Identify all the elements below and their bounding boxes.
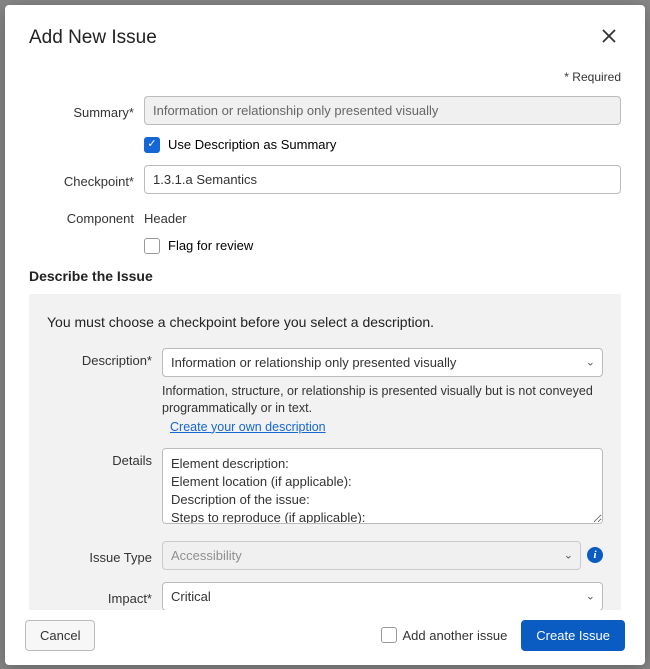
cancel-button[interactable]: Cancel — [25, 620, 95, 651]
checkpoint-input[interactable] — [144, 165, 621, 194]
checkpoint-label: Checkpoint* — [29, 169, 144, 189]
flag-row: Flag for review — [29, 238, 621, 254]
details-row: Details — [47, 448, 603, 529]
impact-label: Impact* — [47, 586, 162, 606]
summary-input[interactable] — [144, 96, 621, 125]
details-textarea[interactable] — [162, 448, 603, 524]
component-value: Header — [144, 206, 621, 226]
describe-instruction: You must choose a checkpoint before you … — [47, 314, 603, 330]
add-another-label: Add another issue — [403, 628, 508, 643]
add-another-checkbox[interactable] — [381, 627, 397, 643]
modal-footer: Cancel Add another issue Create Issue — [5, 610, 645, 665]
issue-type-row: Issue Type Accessibility ⌄ i — [47, 541, 603, 570]
flag-for-review-checkbox[interactable] — [144, 238, 160, 254]
describe-section-title: Describe the Issue — [29, 268, 621, 284]
issue-type-label: Issue Type — [47, 545, 162, 565]
info-icon[interactable]: i — [587, 547, 603, 563]
description-help: Information, structure, or relationship … — [162, 383, 603, 418]
flag-for-review-label: Flag for review — [168, 238, 253, 253]
describe-panel: You must choose a checkpoint before you … — [29, 294, 621, 610]
component-row: Component Header — [29, 206, 621, 226]
add-another-row: Add another issue — [381, 627, 508, 643]
use-description-checkbox[interactable]: ✓ — [144, 137, 160, 153]
create-issue-button[interactable]: Create Issue — [521, 620, 625, 651]
summary-label: Summary* — [29, 100, 144, 120]
checkpoint-row: Checkpoint* — [29, 165, 621, 194]
impact-select[interactable]: Critical — [162, 582, 603, 610]
modal-header: Add New Issue — [5, 5, 645, 62]
use-description-label: Use Description as Summary — [168, 137, 336, 152]
modal-title: Add New Issue — [29, 27, 157, 49]
add-issue-modal: Add New Issue * Required Summary* ✓ Use … — [5, 5, 645, 665]
issue-type-select[interactable]: Accessibility — [162, 541, 581, 570]
required-note: * Required — [29, 70, 621, 84]
check-icon: ✓ — [147, 139, 156, 150]
description-row: Description* Information or relationship… — [47, 348, 603, 436]
summary-row: Summary* — [29, 96, 621, 125]
component-label: Component — [29, 206, 144, 226]
description-select[interactable]: Information or relationship only present… — [162, 348, 603, 377]
modal-body: * Required Summary* ✓ Use Description as… — [5, 62, 645, 610]
create-description-link[interactable]: Create your own description — [170, 420, 326, 434]
use-description-row: ✓ Use Description as Summary — [29, 137, 621, 153]
description-label: Description* — [47, 348, 162, 368]
details-label: Details — [47, 448, 162, 468]
impact-row: Impact* Critical ⌄ — [47, 582, 603, 610]
close-icon[interactable] — [597, 23, 621, 54]
